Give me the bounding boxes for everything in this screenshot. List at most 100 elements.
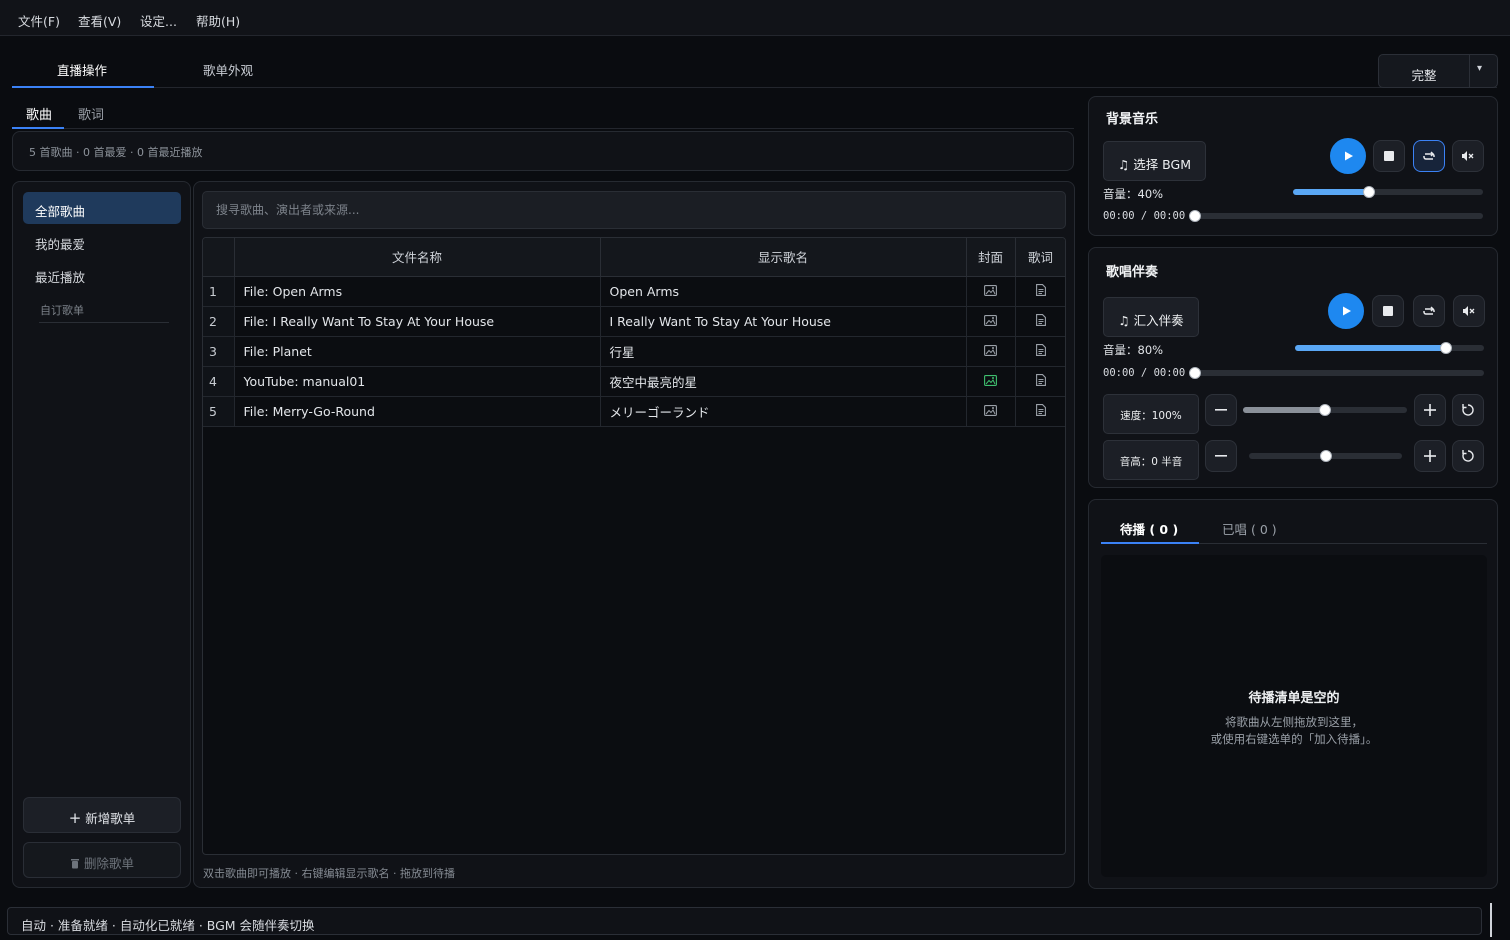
table-row[interactable]: 2 File: I Really Want To Stay At Your Hou… (203, 306, 1065, 337)
cover-cell[interactable] (966, 396, 1016, 427)
document-icon[interactable] (1035, 313, 1046, 326)
mode-split-button[interactable]: 完整 ▾ (1378, 54, 1498, 88)
file-name-cell[interactable]: File: I Really Want To Stay At Your Hous… (234, 306, 601, 337)
sidebar-item-recent[interactable]: 最近播放 (23, 258, 181, 290)
header-lyrics[interactable]: 歌词 (1015, 238, 1065, 277)
file-name-cell[interactable]: File: Planet (234, 336, 601, 367)
menu-file[interactable]: 文件(F) (18, 11, 60, 30)
reset-icon (1462, 404, 1474, 416)
sidebar-item-all-songs[interactable]: 全部歌曲 (23, 192, 181, 224)
display-name-cell[interactable]: メリーゴーランド (600, 396, 967, 427)
lyrics-cell[interactable] (1015, 366, 1065, 397)
lyrics-cell[interactable] (1015, 396, 1065, 427)
cover-cell[interactable] (966, 276, 1016, 307)
header-file-name[interactable]: 文件名称 (234, 238, 601, 277)
file-name-cell[interactable]: YouTube: manual01 (234, 366, 601, 397)
acc-play-button[interactable] (1328, 293, 1364, 329)
header-cover[interactable]: 封面 (966, 238, 1016, 277)
table-row[interactable]: 3 File: Planet 行星 (203, 336, 1065, 367)
document-icon[interactable] (1035, 283, 1046, 296)
file-name-cell[interactable]: File: Open Arms (234, 276, 601, 307)
acc-volume-fill (1295, 345, 1446, 351)
table-row[interactable]: 5 File: Merry-Go-Round メリーゴーランド (203, 396, 1065, 427)
bgm-loop-button[interactable] (1413, 140, 1445, 172)
speed-increase-button[interactable] (1414, 394, 1446, 426)
select-bgm-button[interactable]: ♫ 选择 BGM (1103, 141, 1206, 181)
bgm-play-button[interactable] (1330, 138, 1366, 174)
display-name-cell[interactable]: 行星 (600, 336, 967, 367)
pitch-handle[interactable] (1320, 450, 1332, 462)
tab-live-control[interactable]: 直播操作 (57, 60, 107, 79)
lyrics-cell[interactable] (1015, 336, 1065, 367)
tab-playlist-appearance[interactable]: 歌单外观 (203, 60, 253, 79)
delete-playlist-button[interactable]: 删除歌单 (23, 842, 181, 878)
speed-handle[interactable] (1319, 404, 1331, 416)
bgm-volume-label: 音量：40% (1103, 187, 1164, 201)
speed-slider[interactable] (1243, 404, 1407, 416)
import-accompaniment-label: 汇入伴奏 (1133, 313, 1184, 328)
bgm-stop-button[interactable] (1373, 140, 1405, 172)
header-row-number (203, 238, 235, 277)
image-icon[interactable] (984, 314, 997, 326)
image-icon[interactable] (984, 404, 997, 416)
pitch-decrease-button[interactable] (1205, 440, 1237, 472)
acc-seek-handle[interactable] (1189, 367, 1201, 379)
cover-cell[interactable] (966, 366, 1016, 397)
display-name-cell[interactable]: I Really Want To Stay At Your House (600, 306, 967, 337)
bgm-volume-handle[interactable] (1363, 186, 1375, 198)
tab-songs[interactable]: 歌曲 (26, 104, 52, 123)
select-bgm-label: 选择 BGM (1133, 157, 1191, 172)
acc-mute-button[interactable] (1453, 295, 1485, 327)
bgm-volume-slider[interactable] (1293, 186, 1483, 198)
acc-volume-handle[interactable] (1440, 342, 1452, 354)
display-name-cell[interactable]: 夜空中最亮的星 (600, 366, 967, 397)
resize-grip[interactable] (1490, 903, 1492, 937)
tab-queue-sung[interactable]: 已唱 ( 0 ) (1222, 519, 1277, 538)
queue-empty-title: 待播清单是空的 (1248, 691, 1340, 706)
table-row[interactable]: 4 YouTube: manual01 夜空中最亮的星 (203, 366, 1065, 397)
speed-fill (1243, 407, 1325, 413)
import-accompaniment-button[interactable]: ♫ 汇入伴奏 (1103, 297, 1199, 337)
speed-reset-button[interactable] (1452, 394, 1484, 426)
lyrics-cell[interactable] (1015, 276, 1065, 307)
cover-cell[interactable] (966, 306, 1016, 337)
menu-view[interactable]: 查看(V) (78, 11, 121, 30)
plus-icon (1424, 450, 1436, 462)
acc-stop-button[interactable] (1372, 295, 1404, 327)
row-number: 2 (203, 306, 235, 337)
add-playlist-button[interactable]: + 新增歌单 (23, 797, 181, 833)
acc-volume-slider[interactable] (1295, 342, 1484, 354)
status-bar: 自动 · 准备就绪 · 自动化已就绪 · BGM 会随伴奏切换 (7, 907, 1482, 935)
acc-loop-button[interactable] (1413, 295, 1445, 327)
image-icon[interactable] (984, 284, 997, 296)
queue-drop-zone[interactable]: 待播清单是空的 将歌曲从左侧拖放到这里， 或使用右键选单的「加入待播」。 (1101, 555, 1487, 877)
image-icon[interactable] (984, 344, 997, 356)
document-icon[interactable] (1035, 343, 1046, 356)
display-name-cell[interactable]: Open Arms (600, 276, 967, 307)
speed-decrease-button[interactable] (1205, 394, 1237, 426)
bgm-seek-handle[interactable] (1189, 210, 1201, 222)
tab-lyrics[interactable]: 歌词 (78, 104, 104, 123)
pitch-slider[interactable] (1249, 450, 1402, 462)
pitch-reset-button[interactable] (1452, 440, 1484, 472)
row-number: 4 (203, 366, 235, 397)
menu-settings[interactable]: 设定... (140, 11, 177, 30)
menu-help[interactable]: 帮助(H) (196, 11, 240, 30)
song-search-input[interactable] (202, 191, 1066, 229)
mode-button-label[interactable]: 完整 (1379, 65, 1469, 84)
bgm-mute-button[interactable] (1452, 140, 1484, 172)
chevron-down-icon[interactable]: ▾ (1477, 63, 1482, 74)
tab-queue-pending[interactable]: 待播 ( 0 ) (1120, 519, 1178, 538)
header-display-name[interactable]: 显示歌名 (600, 238, 967, 277)
lyrics-cell[interactable] (1015, 306, 1065, 337)
acc-seek-slider[interactable] (1189, 367, 1484, 379)
image-icon[interactable] (984, 374, 997, 386)
cover-cell[interactable] (966, 336, 1016, 367)
pitch-increase-button[interactable] (1414, 440, 1446, 472)
bgm-seek-slider[interactable] (1189, 210, 1483, 222)
file-name-cell[interactable]: File: Merry-Go-Round (234, 396, 601, 427)
sidebar-item-favorites[interactable]: 我的最爱 (23, 225, 181, 257)
table-row[interactable]: 1 File: Open Arms Open Arms (203, 276, 1065, 307)
document-icon[interactable] (1035, 373, 1046, 386)
document-icon[interactable] (1035, 403, 1046, 416)
